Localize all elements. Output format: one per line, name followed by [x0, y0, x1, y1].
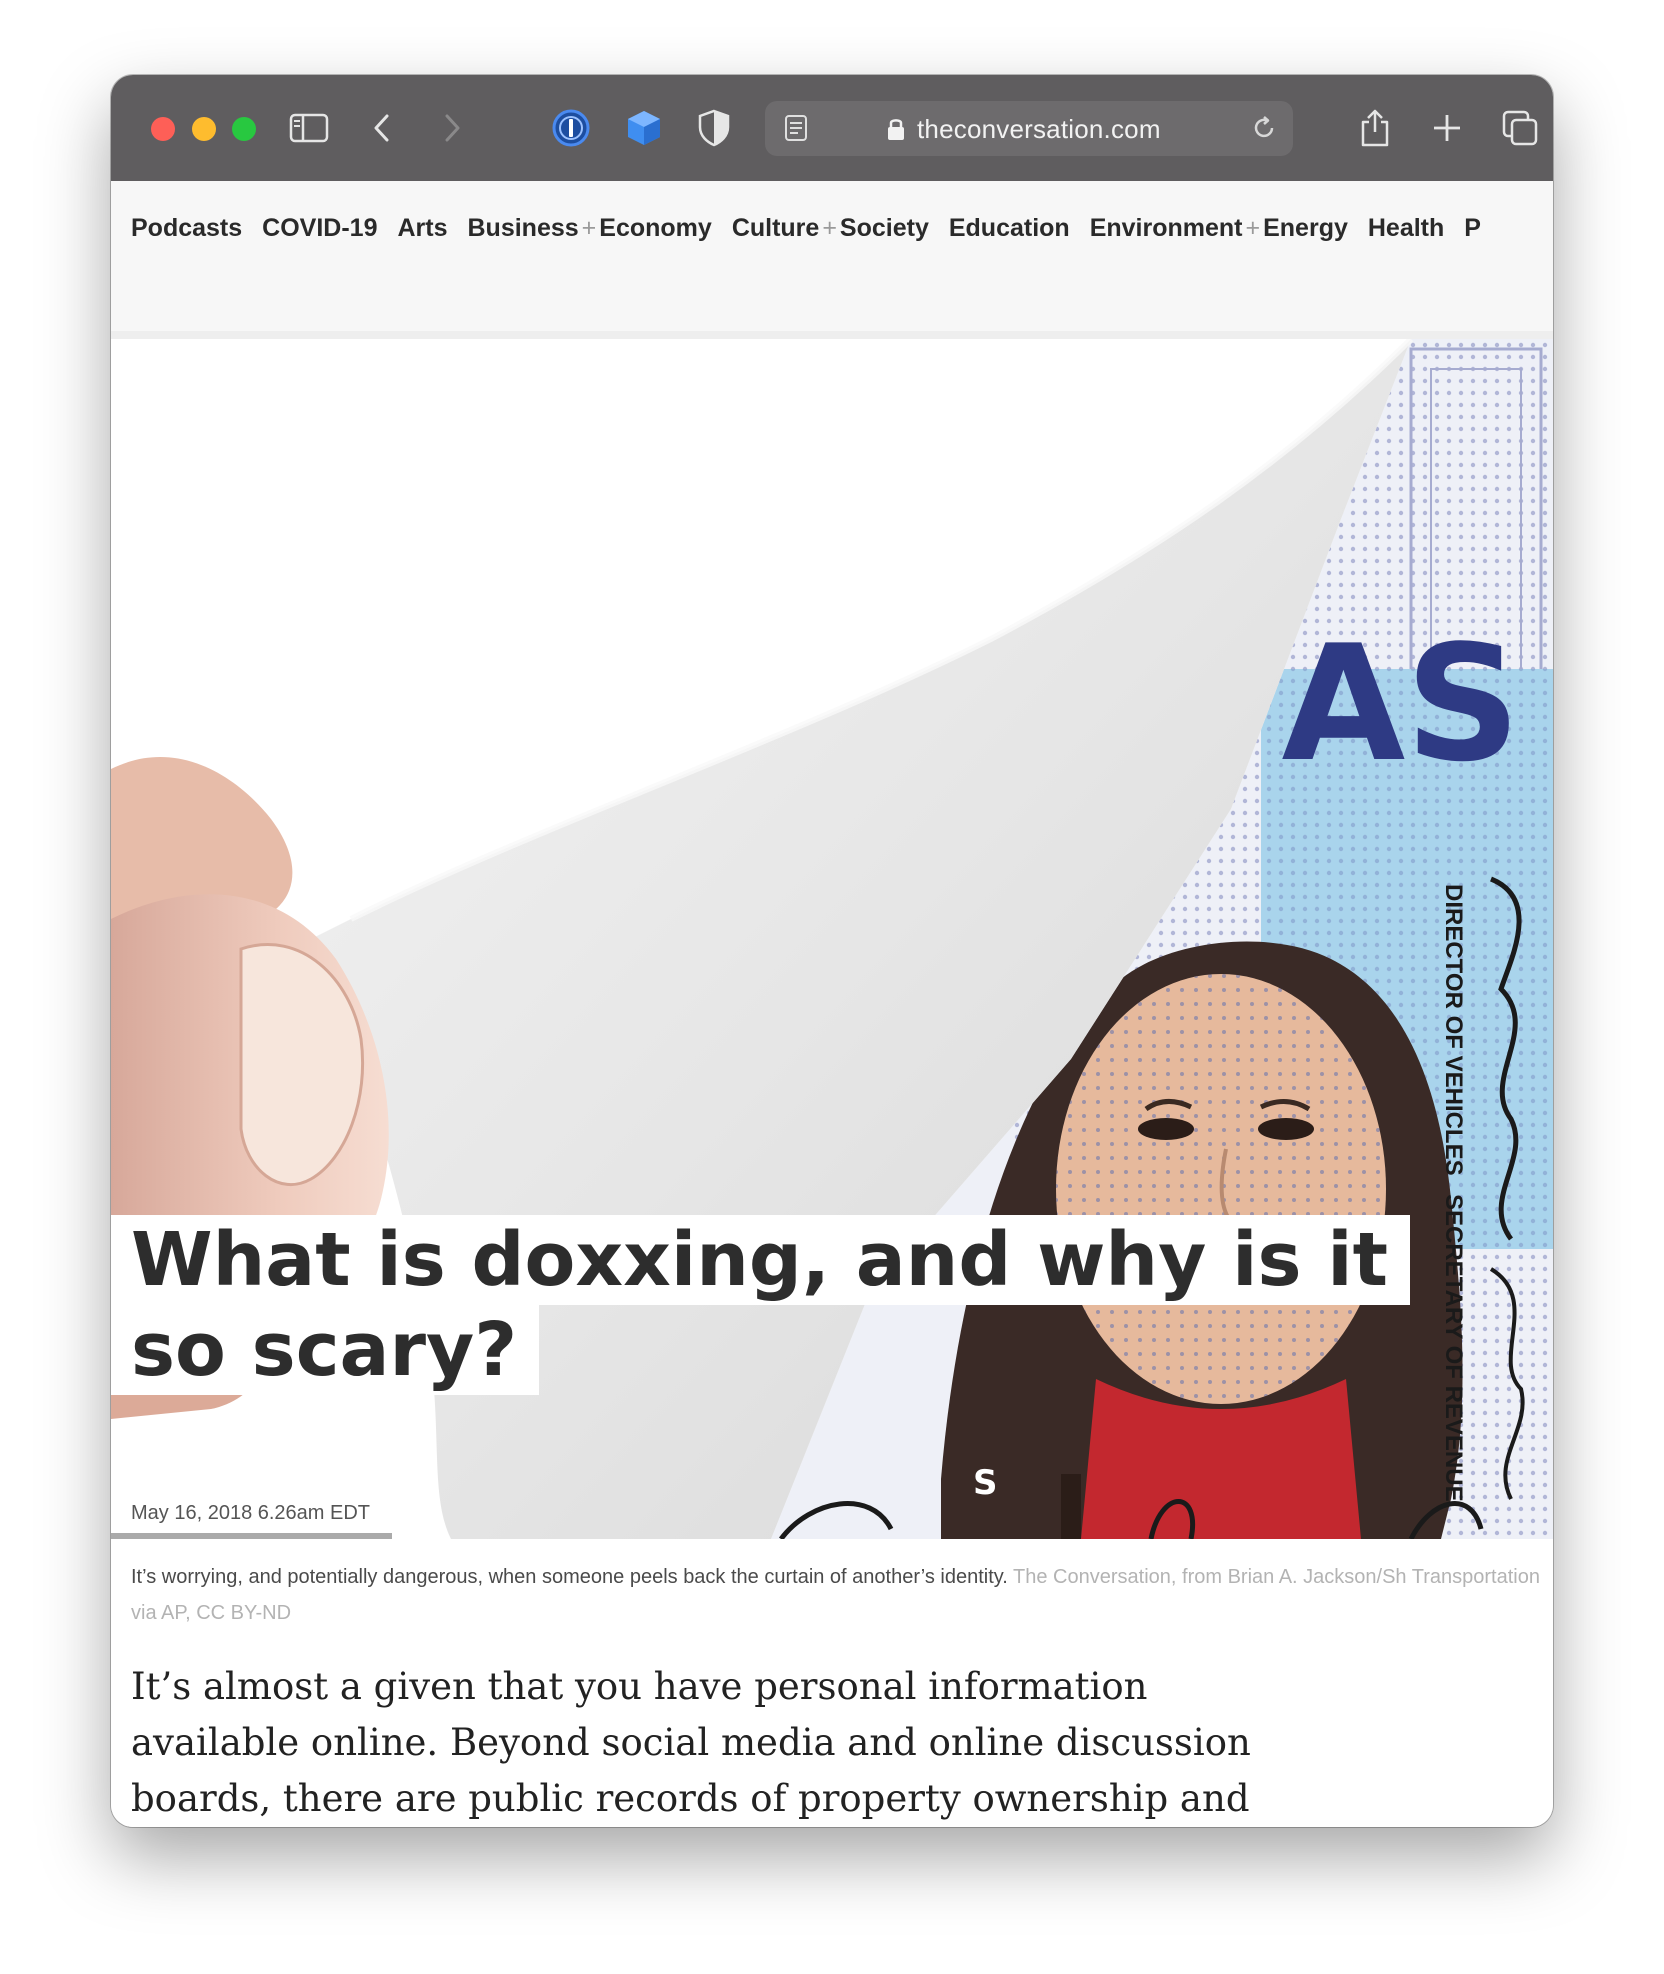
close-window-button[interactable] [151, 117, 175, 141]
nav-link-truncated[interactable]: P [1464, 214, 1481, 243]
nav-link-environment-energy[interactable]: Environment + Energy [1090, 214, 1348, 243]
nav-label: Economy [599, 214, 712, 242]
article-headline-line1: What is doxxing, and why is it [111, 1215, 1411, 1305]
browser-toolbar: theconversation.com [111, 75, 1553, 182]
web-page: Podcasts COVID-19 Arts Business + Economy … [111, 181, 1553, 1827]
chevron-left-icon[interactable] [359, 105, 405, 151]
chevron-right-icon[interactable] [429, 105, 475, 151]
section-navigation: Podcasts COVID-19 Arts Business + Economy … [111, 181, 1553, 339]
sidebar-icon[interactable] [286, 105, 332, 151]
nav-label: Business [467, 214, 579, 242]
reader-icon[interactable] [779, 111, 813, 145]
plus-icon[interactable] [1424, 105, 1470, 151]
lock-icon [886, 116, 906, 142]
nav-separator: + [581, 214, 597, 242]
reload-icon[interactable] [1247, 111, 1281, 145]
zoom-window-button[interactable] [232, 117, 256, 141]
nav-label: Society [839, 214, 929, 242]
cube-icon[interactable] [621, 105, 667, 151]
article-date: May 16, 2018 6.26am EDT [111, 1495, 393, 1539]
nav-link-culture-society[interactable]: Culture + Society [732, 214, 929, 243]
nav-link-business-economy[interactable]: Business + Economy [468, 214, 712, 243]
nav-link-arts[interactable]: Arts [397, 214, 447, 243]
nav-label: Environment [1089, 214, 1243, 242]
nav-link-covid-19[interactable]: COVID-19 [262, 214, 377, 243]
tab-overview-icon[interactable] [1497, 105, 1543, 151]
article-headline-line2: so scary? [111, 1305, 540, 1395]
image-caption: It’s worrying, and potentially dangerous… [131, 1559, 1553, 1631]
nav-separator: + [822, 214, 837, 242]
browser-window: theconversation.com Podcasts COVID-19 Ar… [111, 75, 1553, 1827]
shield-icon[interactable] [691, 105, 737, 151]
nav-separator: + [1245, 214, 1261, 242]
id-card-label-secretary: SECRETARY OF REVENUE [1440, 1194, 1467, 1502]
article-body-paragraph: It’s almost a given that you have person… [131, 1665, 1251, 1820]
minimize-window-button[interactable] [192, 117, 216, 141]
url-text: theconversation.com [917, 114, 1161, 144]
nav-label: Culture [731, 214, 820, 242]
caption-text: It’s worrying, and potentially dangerous… [131, 1566, 1008, 1588]
share-icon[interactable] [1352, 105, 1398, 151]
id-card-letter-small: S [973, 1463, 998, 1503]
nav-link-podcasts[interactable]: Podcasts [131, 214, 242, 243]
nav-label: Energy [1263, 214, 1348, 242]
1password-icon[interactable] [548, 105, 594, 151]
nav-link-education[interactable]: Education [949, 214, 1070, 243]
id-card-letters: AS [1281, 610, 1520, 797]
nav-link-health[interactable]: Health [1368, 214, 1444, 243]
id-card-label-director: DIRECTOR OF VEHICLES [1440, 884, 1467, 1176]
address-bar[interactable]: theconversation.com [765, 101, 1293, 156]
hero-image: AS S DIRECTOR OF VEHICLES SECRETARY OF R… [111, 339, 1553, 1539]
